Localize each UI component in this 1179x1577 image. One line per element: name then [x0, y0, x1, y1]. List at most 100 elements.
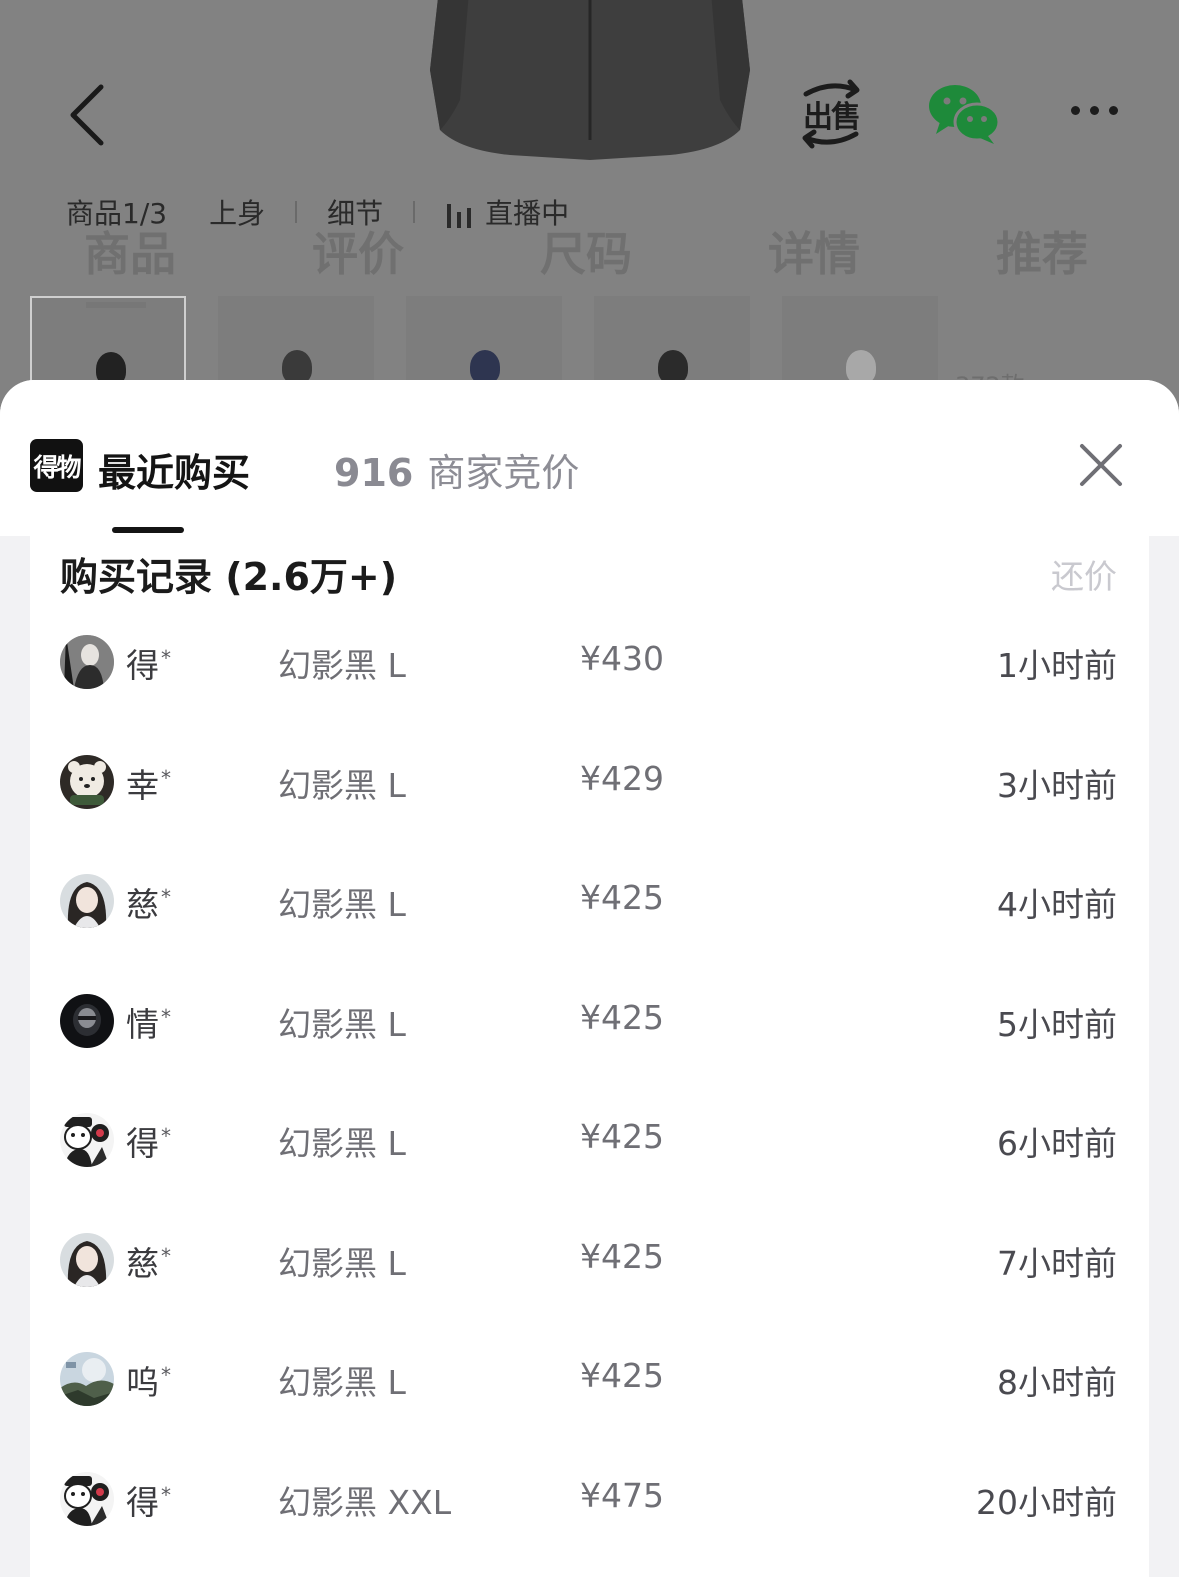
avatar[interactable]	[60, 874, 114, 928]
purchase-spec: 幻影黑 L	[278, 765, 406, 805]
purchase-spec: 幻影黑 L	[278, 1004, 406, 1044]
purchase-price: ¥429	[580, 758, 664, 798]
close-button[interactable]	[1076, 440, 1126, 490]
buyer-name-mask: *	[161, 1004, 171, 1029]
buyer-name: 情 *	[126, 998, 171, 1046]
thumbnail-image	[846, 350, 876, 384]
tab-recent-purchases[interactable]: 最近购买	[98, 442, 250, 497]
avatar[interactable]	[60, 1471, 114, 1526]
buyer-name-text: 幸	[126, 765, 159, 805]
avatar[interactable]	[60, 754, 114, 809]
wechat-icon	[929, 85, 1000, 144]
purchase-time: 3小时前	[997, 765, 1117, 805]
purchase-record-row: 得 * 幻影黑 L ¥430 1小时前	[30, 632, 1149, 692]
more-options-button[interactable]	[1064, 90, 1124, 130]
close-icon	[1080, 444, 1122, 486]
thumbnail-image	[658, 350, 688, 384]
sell-button[interactable]: 出售	[796, 78, 866, 150]
wechat-share-button[interactable]	[928, 82, 1000, 144]
records-title: 购买记录 (2.6万+)	[60, 555, 398, 599]
jacket-image	[430, 0, 750, 160]
purchase-price: ¥425	[580, 1236, 664, 1276]
avatar[interactable]	[60, 1352, 114, 1406]
purchase-price: ¥425	[580, 878, 664, 917]
buyer-name: 得 *	[126, 639, 171, 687]
buyer-name-mask: *	[161, 1482, 171, 1507]
buyer-name: 得 *	[126, 1476, 171, 1524]
tab-merchant-bids[interactable]: 916 商家竞价	[334, 442, 579, 497]
buyer-name-mask: *	[161, 1243, 171, 1268]
counter-offer-button[interactable]: 还价	[1051, 550, 1117, 598]
purchase-spec: 幻影黑 XXL	[278, 1482, 452, 1522]
avatar[interactable]	[60, 635, 114, 689]
sheet-header: 得物 最近购买 916 商家竞价	[0, 380, 1179, 536]
section-tab-recommend[interactable]: 推荐	[996, 218, 1088, 284]
purchase-time: 5小时前	[997, 1004, 1117, 1044]
thumbnail-marker	[86, 302, 146, 308]
buyer-name-mask: *	[161, 765, 171, 790]
buyer-name-text: 情	[126, 1004, 159, 1044]
purchase-record-row: 慈 * 幻影黑 L ¥425 7小时前	[30, 1230, 1149, 1290]
section-tab-reviews[interactable]: 评价	[312, 218, 404, 284]
purchase-time: 8小时前	[997, 1363, 1117, 1402]
thumbnail-image	[470, 350, 500, 384]
more-dot-icon	[1070, 105, 1080, 115]
purchase-price: ¥425	[580, 1356, 664, 1395]
purchase-record-row: 得 * 幻影黑 XXL ¥475 20小时前	[30, 1469, 1149, 1529]
purchase-record-row: 幸 * 幻影黑 L ¥429 3小时前	[30, 752, 1149, 812]
buyer-name-text: 呜	[126, 1363, 159, 1402]
section-tab-product[interactable]: 商品	[84, 218, 176, 284]
buyer-name: 慈 *	[126, 878, 171, 926]
avatar[interactable]	[60, 1113, 114, 1167]
buyer-name: 幸 *	[126, 759, 171, 807]
section-tabs: 商品 评价 尺码 详情 推荐	[0, 218, 1179, 281]
buyer-name-mask: *	[161, 1363, 171, 1387]
purchase-price: ¥425	[580, 1117, 664, 1156]
purchase-price: ¥475	[580, 1475, 664, 1515]
recent-purchases-sheet: 得物 最近购买 916 商家竞价 购买记录 (2.6万+) 还价 得 * 幻影黑 L ¥…	[0, 380, 1179, 1577]
chevron-left-icon	[70, 84, 104, 146]
purchase-time: 4小时前	[997, 885, 1117, 924]
section-tab-details[interactable]: 详情	[768, 218, 860, 284]
avatar[interactable]	[60, 1232, 114, 1287]
purchase-price: ¥425	[580, 997, 664, 1037]
buyer-name-text: 慈	[126, 885, 159, 924]
purchase-spec: 幻影黑 L	[278, 1243, 406, 1283]
section-tab-size[interactable]: 尺码	[540, 218, 632, 284]
bid-label: 商家竞价	[427, 451, 580, 495]
purchase-spec: 幻影黑 L	[278, 646, 406, 685]
purchase-time: 1小时前	[997, 646, 1117, 685]
sell-icon	[802, 79, 860, 149]
purchase-time: 20小时前	[976, 1482, 1117, 1522]
more-dot-icon	[1108, 105, 1118, 115]
buyer-name-text: 慈	[126, 1243, 159, 1283]
purchase-time: 6小时前	[997, 1124, 1117, 1163]
purchase-spec: 幻影黑 L	[278, 1363, 406, 1402]
buyer-name-mask: *	[161, 1124, 171, 1148]
buyer-name: 呜 *	[126, 1356, 171, 1404]
avatar[interactable]	[60, 993, 114, 1048]
buyer-name-text: 得	[126, 646, 159, 685]
buyer-name: 得 *	[126, 1117, 171, 1165]
purchase-time: 7小时前	[997, 1243, 1117, 1283]
purchase-record-row: 呜 * 幻影黑 L ¥425 8小时前	[30, 1349, 1149, 1409]
active-tab-indicator	[112, 527, 184, 533]
buyer-name-text: 得	[126, 1482, 159, 1522]
product-page-backdrop[interactable]: 出售 商品1/3 上身 细节 直播中 商品 评价 尺码 详情 推荐	[0, 0, 1179, 420]
more-dot-icon	[1089, 105, 1099, 115]
buyer-name: 慈 *	[126, 1237, 171, 1285]
purchase-records-card: 购买记录 (2.6万+) 还价 得 * 幻影黑 L ¥430 1小时前幸 * 幻影黑 L ¥4…	[30, 536, 1149, 1577]
purchase-record-row: 慈 * 幻影黑 L ¥425 4小时前	[30, 871, 1149, 931]
thumbnail-image	[282, 350, 312, 384]
buyer-name-text: 得	[126, 1124, 159, 1163]
purchase-spec: 幻影黑 L	[278, 1124, 406, 1163]
purchase-spec: 幻影黑 L	[278, 885, 406, 924]
back-button[interactable]	[52, 75, 122, 155]
purchase-price: ¥430	[580, 639, 664, 678]
dewu-logo: 得物	[30, 439, 83, 492]
purchase-record-row: 情 * 幻影黑 L ¥425 5小时前	[30, 991, 1149, 1051]
purchase-record-row: 得 * 幻影黑 L ¥425 6小时前	[30, 1110, 1149, 1170]
buyer-name-mask: *	[161, 646, 171, 670]
bid-count: 916	[334, 451, 414, 495]
buyer-name-mask: *	[161, 885, 171, 909]
